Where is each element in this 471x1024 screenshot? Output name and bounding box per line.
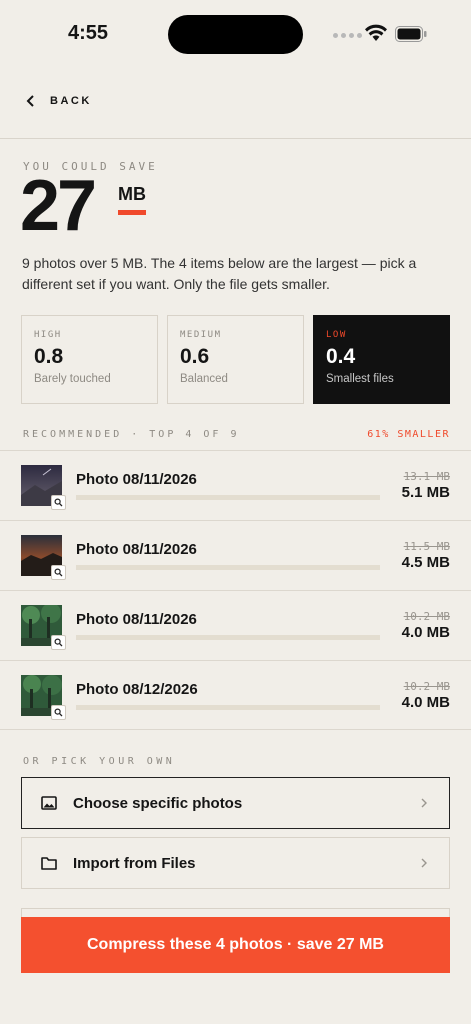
quality-caption: Balanced: [180, 373, 228, 385]
quality-value: 0.6: [180, 345, 210, 368]
quality-value: 0.4: [326, 345, 356, 368]
back-label: BACK: [50, 95, 92, 107]
savings-percent-badge: 61% SMALLER: [367, 429, 450, 440]
status-time: 4:55: [68, 22, 109, 44]
list-divider: [0, 729, 471, 730]
quality-label: MEDIUM: [180, 330, 222, 340]
zoom-icon[interactable]: [51, 635, 66, 650]
quality-value: 0.8: [34, 345, 64, 368]
original-size: 13.1 MB: [403, 470, 450, 483]
zoom-icon[interactable]: [51, 565, 66, 580]
chevron-right-icon: [421, 798, 427, 808]
zoom-icon[interactable]: [51, 705, 66, 720]
compressed-size: 4.5 MB: [401, 554, 450, 571]
size-bar: [76, 495, 380, 500]
quality-caption: Barely touched: [34, 373, 111, 385]
status-bar: 4:55: [0, 0, 471, 70]
savings-amount: 27: [20, 166, 97, 246]
photo-name: Photo 08/12/2026: [76, 681, 198, 698]
signal-icon: [333, 33, 362, 38]
battery-icon: [395, 26, 427, 42]
quality-option-high[interactable]: HIGH 0.8 Barely touched: [21, 315, 158, 404]
compressed-size: 5.1 MB: [401, 484, 450, 501]
size-bar: [76, 565, 380, 570]
chevron-left-icon: [26, 95, 34, 107]
photo-row[interactable]: Photo 08/12/2026 10.2 MB 4.0 MB: [0, 660, 471, 730]
chevron-right-icon: [421, 858, 427, 868]
dynamic-island: [168, 15, 303, 54]
compressed-size: 4.0 MB: [401, 694, 450, 711]
size-bar: [76, 635, 380, 640]
header-divider: [0, 138, 471, 139]
import-files-button[interactable]: Import from Files: [21, 837, 450, 889]
photo-row[interactable]: Photo 08/11/2026 10.2 MB 4.0 MB: [0, 590, 471, 660]
original-size: 10.2 MB: [403, 610, 450, 623]
photo-name: Photo 08/11/2026: [76, 541, 197, 558]
quality-option-medium[interactable]: MEDIUM 0.6 Balanced: [167, 315, 304, 404]
choose-photos-label: Choose specific photos: [73, 794, 243, 812]
quality-caption: Smallest files: [326, 373, 394, 385]
back-button[interactable]: BACK: [24, 93, 92, 109]
pick-own-heading: OR PICK YOUR OWN: [23, 756, 176, 767]
savings-underline: [118, 210, 146, 215]
size-bar: [76, 705, 380, 710]
import-files-label: Import from Files: [73, 854, 196, 872]
photo-name: Photo 08/11/2026: [76, 471, 197, 488]
original-size: 10.2 MB: [403, 680, 450, 693]
choose-photos-button[interactable]: Choose specific photos: [21, 777, 450, 829]
photo-row[interactable]: Photo 08/11/2026 11.5 MB 4.5 MB: [0, 520, 471, 590]
compressed-size: 4.0 MB: [401, 624, 450, 641]
quality-option-low[interactable]: LOW 0.4 Smallest files: [313, 315, 450, 404]
folder-icon: [41, 857, 57, 870]
quality-label: HIGH: [34, 330, 62, 340]
original-size: 11.5 MB: [403, 540, 450, 553]
photo-name: Photo 08/11/2026: [76, 611, 197, 628]
savings-description: 9 photos over 5 MB. The 4 items below ar…: [22, 255, 417, 292]
quality-label: LOW: [326, 330, 347, 340]
compress-button[interactable]: Compress these 4 photos · save 27 MB: [21, 917, 450, 973]
image-icon: [41, 796, 57, 810]
zoom-icon[interactable]: [51, 495, 66, 510]
photo-row[interactable]: Photo 08/11/2026 13.1 MB 5.1 MB: [0, 450, 471, 520]
savings-unit: MB: [118, 184, 146, 204]
wifi-icon: [365, 24, 387, 41]
recommended-heading: RECOMMENDED · TOP 4 OF 9: [23, 429, 240, 440]
